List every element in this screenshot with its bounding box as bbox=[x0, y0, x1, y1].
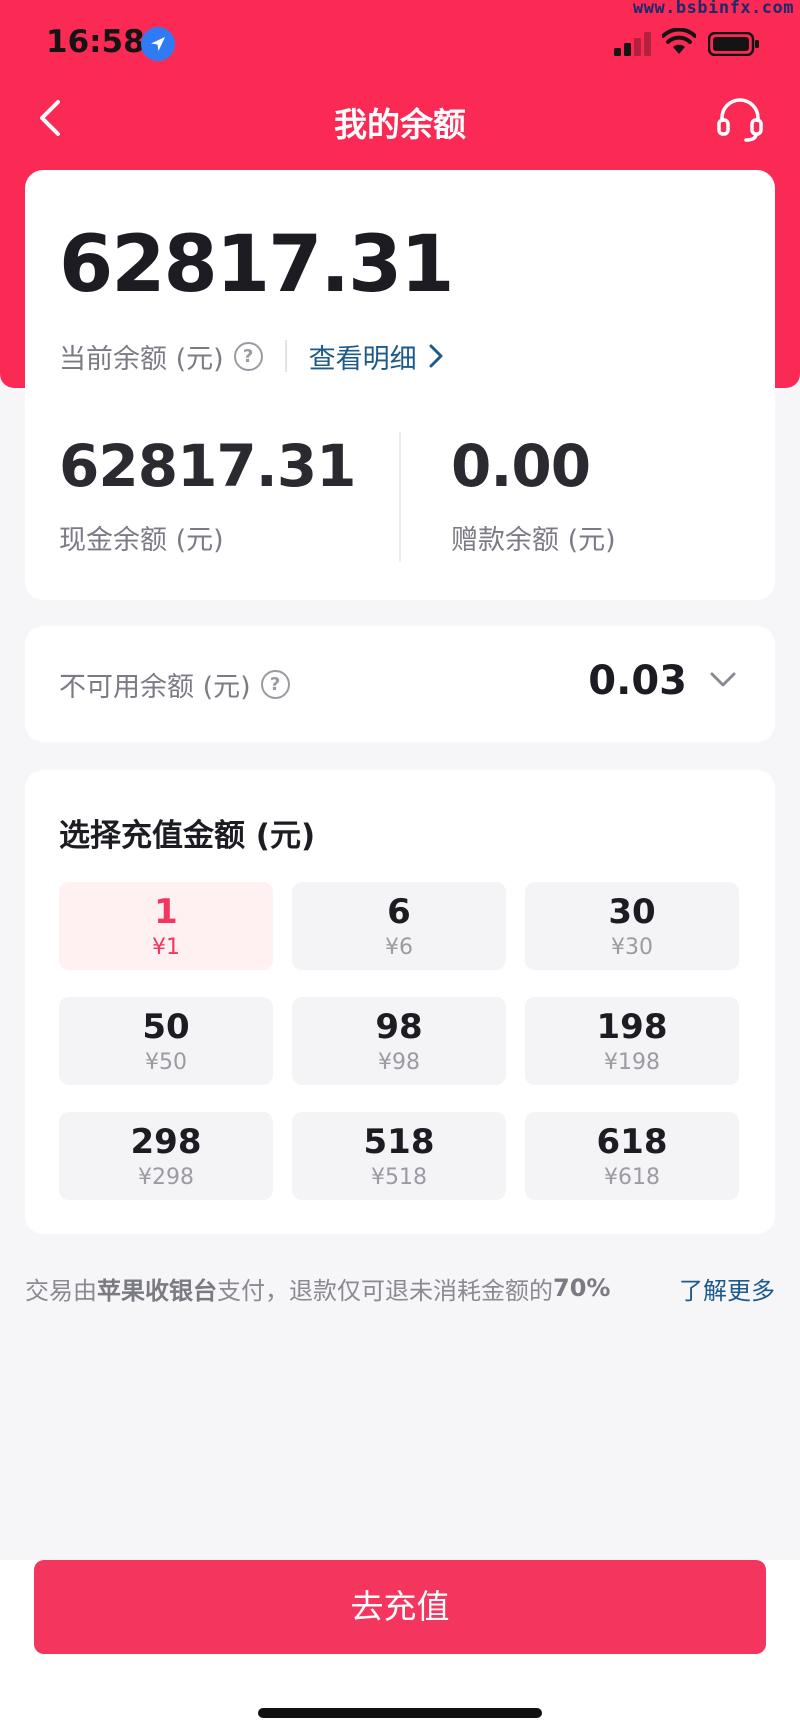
recharge-option[interactable]: 618 ¥618 bbox=[525, 1112, 739, 1200]
recharge-option-amount: 1 bbox=[154, 892, 178, 932]
notice-text-2: 支付，退款仅可退未消耗金额的 bbox=[217, 1276, 553, 1305]
recharge-option[interactable]: 1 ¥1 bbox=[59, 882, 273, 970]
payment-notice: 交易由 苹果收银台 支付，退款仅可退未消耗金额的 70% 了解更多 bbox=[25, 1268, 775, 1308]
recharge-option-price: ¥6 bbox=[385, 935, 413, 960]
navigation-bar: 我的余额 bbox=[0, 86, 800, 148]
recharge-option-price: ¥1 bbox=[152, 935, 180, 960]
home-indicator bbox=[258, 1708, 542, 1718]
chevron-right-icon bbox=[429, 344, 443, 368]
unavailable-balance-card[interactable]: 不可用余额 (元) ? 0.03 bbox=[25, 626, 775, 742]
cellular-signal-icon bbox=[614, 32, 651, 56]
recharge-option[interactable]: 30 ¥30 bbox=[525, 882, 739, 970]
page-title: 我的余额 bbox=[334, 105, 466, 144]
balance-page: www.bsbinfx.com 16:58 我的余额 62817.31 当前余额… bbox=[0, 0, 800, 1731]
recharge-option-price: ¥618 bbox=[604, 1165, 660, 1190]
notice-refund-percent: 70% bbox=[553, 1274, 611, 1302]
balance-card: 62817.31 当前余额 (元) ? 查看明细 62817.31 现金余额 (… bbox=[25, 170, 775, 600]
recharge-option-amount: 618 bbox=[596, 1122, 668, 1162]
wifi-icon bbox=[662, 28, 696, 54]
recharge-option-amount: 6 bbox=[387, 892, 411, 932]
recharge-option[interactable]: 198 ¥198 bbox=[525, 997, 739, 1085]
cash-balance-value: 62817.31 bbox=[59, 432, 357, 500]
recharge-option[interactable]: 518 ¥518 bbox=[292, 1112, 506, 1200]
footer: 去充值 bbox=[0, 1560, 800, 1731]
notice-text-1: 交易由 bbox=[25, 1276, 97, 1305]
recharge-option-amount: 50 bbox=[142, 1007, 190, 1047]
recharge-button[interactable]: 去充值 bbox=[34, 1560, 766, 1654]
recharge-option-price: ¥98 bbox=[378, 1050, 420, 1075]
current-balance-row: 当前余额 (元) ? 查看明细 bbox=[59, 336, 445, 376]
cash-balance-label: 现金余额 (元) bbox=[59, 525, 224, 556]
view-details-label: 查看明细 bbox=[308, 343, 417, 375]
question-mark-icon[interactable]: ? bbox=[260, 670, 290, 699]
bonus-balance-value: 0.00 bbox=[451, 432, 591, 500]
question-mark-icon[interactable]: ? bbox=[233, 341, 263, 371]
notice-cashier-name: 苹果收银台 bbox=[97, 1276, 217, 1305]
learn-more-link[interactable]: 了解更多 bbox=[679, 1271, 775, 1306]
unavailable-balance-row: 不可用余额 (元) ? bbox=[59, 665, 290, 704]
chevron-down-icon[interactable] bbox=[709, 671, 737, 689]
location-arrow-icon bbox=[141, 27, 175, 61]
recharge-option-price: ¥298 bbox=[138, 1165, 194, 1190]
headset-support-icon[interactable] bbox=[716, 96, 764, 142]
view-details-link[interactable]: 查看明细 bbox=[309, 337, 445, 376]
recharge-option-amount: 198 bbox=[596, 1007, 668, 1047]
split-divider bbox=[399, 432, 401, 562]
bonus-balance-label: 赠款余额 (元) bbox=[451, 525, 616, 556]
recharge-title: 选择充值金额 (元) bbox=[59, 818, 316, 854]
status-time: 16:58 bbox=[46, 24, 145, 60]
recharge-option-amount: 518 bbox=[363, 1122, 435, 1162]
current-balance-label: 当前余额 (元) bbox=[59, 343, 224, 375]
recharge-option-amount: 298 bbox=[130, 1122, 202, 1162]
divider bbox=[284, 340, 287, 372]
recharge-option-amount: 30 bbox=[608, 892, 656, 932]
unavailable-balance-label: 不可用余额 (元) bbox=[59, 672, 251, 703]
recharge-option[interactable]: 98 ¥98 bbox=[292, 997, 506, 1085]
battery-icon bbox=[708, 32, 759, 56]
current-balance-value: 62817.31 bbox=[59, 220, 455, 310]
recharge-option-amount: 98 bbox=[375, 1007, 423, 1047]
recharge-option-price: ¥518 bbox=[371, 1165, 427, 1190]
status-bar: 16:58 bbox=[0, 0, 800, 86]
recharge-option-price: ¥30 bbox=[611, 935, 653, 960]
unavailable-balance-value: 0.03 bbox=[588, 658, 687, 704]
recharge-option[interactable]: 298 ¥298 bbox=[59, 1112, 273, 1200]
recharge-card: 选择充值金额 (元) 1 ¥1 6 ¥6 30 ¥30 50 ¥50 98 ¥98 198 ¥198 2… bbox=[25, 770, 775, 1234]
recharge-option[interactable]: 6 ¥6 bbox=[292, 882, 506, 970]
recharge-option[interactable]: 50 ¥50 bbox=[59, 997, 273, 1085]
recharge-option-price: ¥50 bbox=[145, 1050, 187, 1075]
recharge-option-price: ¥198 bbox=[604, 1050, 660, 1075]
